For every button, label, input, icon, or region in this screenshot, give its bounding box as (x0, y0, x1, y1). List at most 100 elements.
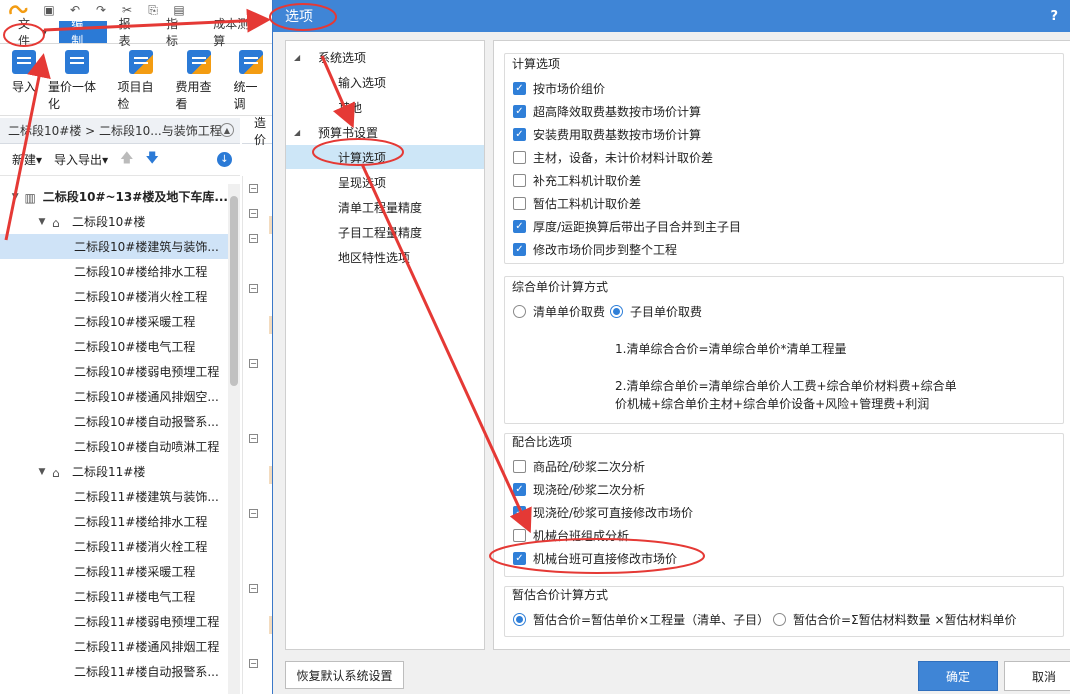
tree-item[interactable]: 二标段10#楼给排水工程 (0, 259, 228, 284)
expand-toggle-icon[interactable]: ◢ (294, 128, 300, 137)
option-checkbox-row[interactable]: 主材，设备，未计价材料计取价差 (513, 148, 713, 166)
restore-defaults-button[interactable]: 恢复默认系统设置 (285, 661, 404, 689)
tree-item[interactable]: 二标段10#楼建筑与装饰... (0, 234, 228, 259)
nav-item[interactable]: ◢ 预算书设置 (286, 120, 484, 144)
unify-adjust-button[interactable]: 统一调 (230, 50, 273, 112)
collapse-icon[interactable]: − (249, 434, 258, 443)
tree-item[interactable]: 二标段11#楼消火栓工程 (0, 534, 228, 559)
option-checkbox-row[interactable]: 补充工料机计取价差 (513, 171, 641, 189)
checkbox[interactable]: ✓ (513, 551, 526, 565)
tree-item[interactable]: ▼ ⌂ 二标段11#楼 (0, 459, 228, 484)
collapse-icon[interactable]: − (249, 184, 258, 193)
option-checkbox-row[interactable]: ✓ 修改市场价同步到整个工程 (513, 240, 677, 258)
fee-view-button[interactable]: 费用查看 (172, 50, 226, 112)
expand-toggle-icon[interactable]: ▼ (36, 467, 48, 477)
move-down-icon[interactable]: 🡇 (145, 149, 158, 171)
tree-item[interactable]: 二标段10#楼自动喷淋工程 (0, 434, 228, 459)
nav-item[interactable]: ◢ 系统选项 (286, 45, 484, 69)
checkbox[interactable]: ✓ (513, 219, 526, 233)
tree-item[interactable]: 二标段10#楼采暖工程 (0, 309, 228, 334)
tree-item[interactable]: ▼ ⌂ 二标段10#楼 (0, 209, 228, 234)
collapse-icon[interactable]: − (249, 509, 258, 518)
checkbox[interactable]: ✓ (513, 242, 526, 256)
import-export-button[interactable]: 导入导出▾ (54, 151, 108, 168)
redo-icon[interactable]: ↷ (94, 3, 108, 17)
tree-item[interactable]: 二标段10#楼消火栓工程 (0, 284, 228, 309)
checkbox[interactable] (513, 150, 526, 164)
checkbox[interactable]: ✓ (513, 482, 526, 496)
tab-cost[interactable]: 造价 (242, 116, 272, 147)
collapse-icon[interactable]: − (249, 659, 258, 668)
collapse-icon[interactable]: − (249, 284, 258, 293)
tree-item[interactable]: 二标段10#楼通风排烟空... (0, 384, 228, 409)
collapse-icon[interactable]: − (249, 359, 258, 368)
checkbox[interactable]: ✓ (513, 505, 526, 519)
option-radio-row[interactable]: 暂估合价=暂估单价×工程量（清单、子目） (513, 610, 769, 628)
expand-toggle-icon[interactable]: ▼ (10, 192, 21, 202)
option-radio-row[interactable]: 清单单价取费 (513, 302, 605, 320)
nav-item[interactable]: 计算选项 (286, 145, 484, 169)
option-checkbox-row[interactable]: 商品砼/砂浆二次分析 (513, 457, 645, 475)
tree-item[interactable]: 二标段11#楼自动报警系... (0, 659, 228, 684)
checkbox[interactable]: ✓ (513, 81, 526, 95)
save-icon[interactable]: ▣ (42, 3, 56, 17)
option-checkbox-row[interactable]: ✓ 超高降效取费基数按市场价计算 (513, 102, 701, 120)
checkbox[interactable] (513, 528, 526, 542)
collapse-icon[interactable]: ▲ (220, 123, 234, 137)
option-checkbox-row[interactable]: 机械台班组成分析 (513, 526, 629, 544)
checkbox[interactable] (513, 173, 526, 187)
import-button[interactable]: 导入 (8, 50, 40, 95)
nav-item[interactable]: 子目工程量精度 (286, 220, 484, 244)
option-checkbox-row[interactable]: ✓ 现浇砼/砂浆可直接修改市场价 (513, 503, 693, 521)
ok-button[interactable]: 确定 (918, 661, 998, 691)
menu-cost-calc[interactable]: 成本测算 (201, 17, 272, 48)
copy-icon[interactable]: ⎘ (146, 3, 160, 17)
tree-item[interactable]: 二标段11#楼采暖工程 (0, 559, 228, 584)
tree-item[interactable]: ▼ ▥ 二标段10#~13#楼及地下车库... (0, 184, 228, 209)
tree-item[interactable]: 二标段10#楼自动报警系... (0, 409, 228, 434)
expand-toggle-icon[interactable]: ◢ (294, 53, 300, 62)
radio-button[interactable] (610, 304, 623, 318)
tree-scrollbar[interactable] (228, 184, 240, 694)
checkbox[interactable] (513, 459, 526, 473)
move-up-icon[interactable]: 🡅 (120, 149, 133, 171)
tree-item[interactable]: 二标段11#楼通风排烟工程 (0, 634, 228, 659)
radio-button[interactable] (513, 612, 526, 626)
breadcrumb[interactable]: 二标段10#楼 > 二标段10...与装饰工程 ▲ (0, 118, 240, 144)
expand-toggle-icon[interactable]: ▼ (36, 217, 48, 227)
cancel-button[interactable]: 取消 (1004, 661, 1070, 691)
nav-item[interactable]: 其他 (286, 95, 484, 119)
tree-item[interactable]: 二标段10#楼弱电预埋工程 (0, 359, 228, 384)
new-button[interactable]: 新建▾ (12, 151, 42, 168)
download-icon[interactable]: ↓ (217, 152, 232, 167)
tree-item[interactable]: 二标段11#楼建筑与装饰... (0, 484, 228, 509)
option-checkbox-row[interactable]: ✓ 现浇砼/砂浆二次分析 (513, 480, 645, 498)
checkbox[interactable]: ✓ (513, 104, 526, 118)
quantity-price-button[interactable]: 量价一体化 (44, 50, 110, 112)
checkbox[interactable]: ✓ (513, 127, 526, 141)
self-check-button[interactable]: 项目自检 (114, 50, 168, 112)
tree-item[interactable]: 二标段11#楼给排水工程 (0, 509, 228, 534)
radio-button[interactable] (513, 304, 526, 318)
nav-item[interactable]: 地区特性选项 (286, 245, 484, 269)
option-checkbox-row[interactable]: ✓ 安装费用取费基数按市场价计算 (513, 125, 701, 143)
option-radio-row[interactable]: 暂估合价=Σ暂估材料数量 ×暂估材料单价 (773, 610, 1017, 628)
option-checkbox-row[interactable]: ✓ 厚度/运距换算后带出子目合并到主子目 (513, 217, 741, 235)
nav-item[interactable]: 呈现选项 (286, 170, 484, 194)
menu-reports[interactable]: 报表 (107, 17, 154, 48)
checkbox[interactable] (513, 196, 526, 210)
menu-file[interactable]: 文件 ▾ (6, 17, 59, 48)
collapse-icon[interactable]: − (249, 234, 258, 243)
radio-button[interactable] (773, 612, 786, 626)
scroll-thumb[interactable] (230, 196, 238, 386)
tree-item[interactable]: 二标段11#楼弱电预埋工程 (0, 609, 228, 634)
menu-indicators[interactable]: 指标 (154, 17, 201, 48)
collapse-icon[interactable]: − (249, 584, 258, 593)
option-radio-row[interactable]: 子目单价取费 (610, 302, 702, 320)
option-checkbox-row[interactable]: ✓ 按市场价组价 (513, 79, 605, 97)
tree-item[interactable]: 二标段11#楼电气工程 (0, 584, 228, 609)
menu-edit[interactable]: 编制 (59, 17, 107, 48)
help-icon[interactable]: ? (1050, 9, 1058, 24)
nav-item[interactable]: 清单工程量精度 (286, 195, 484, 219)
tree-item[interactable]: 二标段10#楼电气工程 (0, 334, 228, 359)
